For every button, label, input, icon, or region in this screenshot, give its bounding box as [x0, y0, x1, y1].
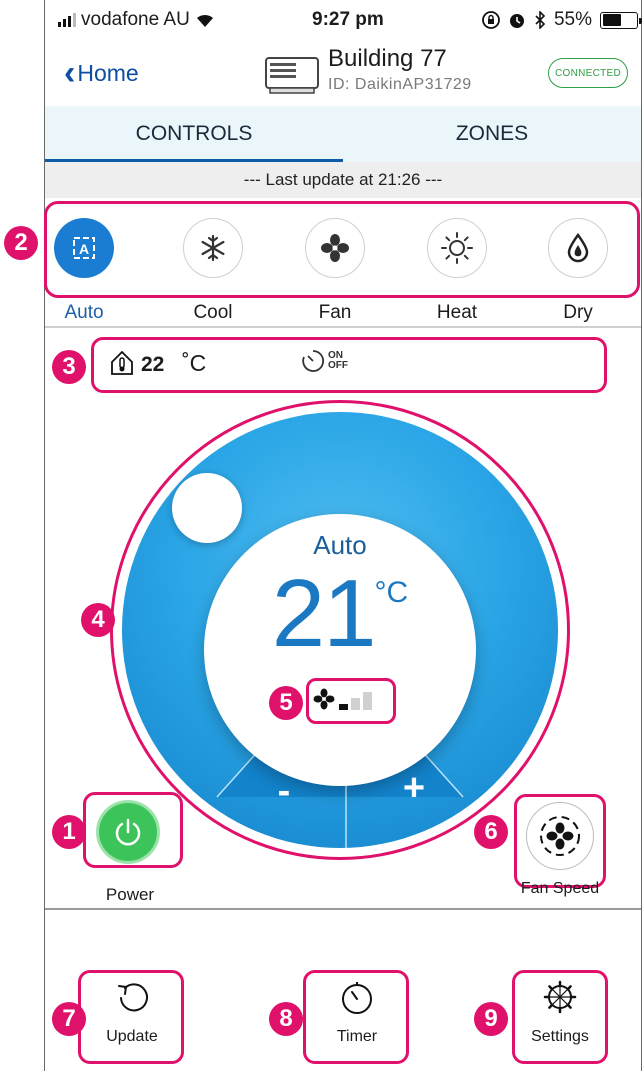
fan-speed-label: Fan Speed	[520, 880, 600, 897]
signal-icon	[58, 13, 76, 27]
mode-fan-button[interactable]	[305, 218, 365, 278]
back-button[interactable]: ‹ Home	[64, 56, 139, 90]
status-time: 9:27 pm	[312, 9, 384, 30]
mode-dry-button[interactable]	[548, 218, 608, 278]
tab-zones[interactable]: ZONES	[343, 106, 641, 162]
fan-level-bar	[363, 692, 372, 710]
power-label: Power	[105, 885, 155, 904]
last-update-banner: --- Last update at 21:26 ---	[45, 162, 641, 198]
mode-dry-label: Dry	[563, 302, 593, 323]
annotation-badge-8: 8	[269, 1002, 303, 1036]
sun-icon	[441, 232, 473, 264]
annotation-badge-3: 3	[52, 350, 86, 384]
indoor-thermometer-icon	[111, 350, 133, 375]
section-divider	[45, 326, 641, 328]
setpoint-display: 21°C	[204, 566, 476, 662]
timer-label: Timer	[336, 1028, 378, 1045]
mode-cool-label: Cool	[193, 302, 233, 323]
battery-icon	[600, 11, 642, 29]
timer-button[interactable]: Timer	[309, 978, 405, 1062]
device-id: ID: DaikinAP31729	[328, 76, 472, 93]
fan-icon	[313, 688, 335, 710]
fan-speed-icon	[540, 816, 580, 856]
timer-status: ON OFF	[300, 348, 348, 374]
wifi-icon	[196, 14, 213, 27]
building-name: Building 77	[328, 45, 447, 72]
settings-label: Settings	[531, 1028, 589, 1045]
update-button[interactable]: Update	[84, 978, 180, 1062]
annotation-badge-5: 5	[269, 686, 303, 720]
refresh-icon	[118, 983, 148, 1012]
annotation-badge-1: 1	[52, 815, 86, 849]
droplet-icon	[567, 233, 589, 263]
update-label: Update	[106, 1028, 158, 1045]
connection-status-badge: CONNECTED	[548, 58, 628, 88]
fan-level-bar	[351, 698, 360, 710]
indoor-temperature: 22	[141, 353, 165, 376]
aircon-unit-icon	[265, 57, 319, 94]
fan-icon	[321, 234, 349, 262]
bluetooth-icon	[535, 11, 546, 29]
timer-icon	[342, 982, 372, 1014]
indoor-info-highlight	[91, 337, 607, 393]
timer-off-label: OFF	[328, 360, 348, 371]
mode-cool-button[interactable]	[183, 218, 243, 278]
mode-fan-label: Fan	[318, 302, 352, 323]
auto-mode-icon: A	[73, 237, 95, 259]
fan-level-bar	[339, 704, 348, 710]
battery-percent: 55%	[553, 9, 592, 30]
alarm-icon	[509, 14, 524, 28]
power-icon	[115, 818, 141, 846]
mode-auto-button[interactable]: A	[54, 218, 114, 278]
timer-status-icon	[302, 350, 325, 372]
orientation-lock-icon	[482, 11, 500, 29]
gear-icon	[543, 980, 577, 1014]
indoor-temperature-unit: ˚C	[182, 350, 207, 376]
mode-heat-button[interactable]	[427, 218, 487, 278]
toolbar-divider	[45, 908, 641, 910]
status-bar: vodafone AU 9:27 pm 55%	[58, 6, 642, 34]
svg-text:A: A	[79, 241, 89, 257]
annotation-badge-2: 2	[4, 226, 38, 260]
tab-bar: CONTROLS ZONES	[45, 106, 641, 162]
annotation-badge-9: 9	[474, 1002, 508, 1036]
fan-speed-button[interactable]	[526, 802, 594, 870]
snowflake-icon	[201, 234, 225, 262]
back-label: Home	[77, 59, 139, 86]
dial-mode-label: Auto	[313, 530, 367, 560]
chevron-left-icon: ‹	[64, 54, 76, 92]
power-button[interactable]	[96, 800, 160, 864]
tab-controls[interactable]: CONTROLS	[45, 106, 343, 162]
fan-level-indicator	[312, 688, 379, 710]
mode-heat-label: Heat	[436, 302, 478, 323]
setpoint-value: 21	[271, 560, 377, 667]
mode-auto-label: Auto	[64, 302, 104, 323]
settings-button[interactable]: Settings	[514, 978, 606, 1062]
fan-level-bars	[339, 692, 372, 710]
annotation-badge-6: 6	[474, 815, 508, 849]
setpoint-unit: °C	[374, 576, 409, 609]
carrier-name: vodafone AU	[81, 9, 190, 30]
